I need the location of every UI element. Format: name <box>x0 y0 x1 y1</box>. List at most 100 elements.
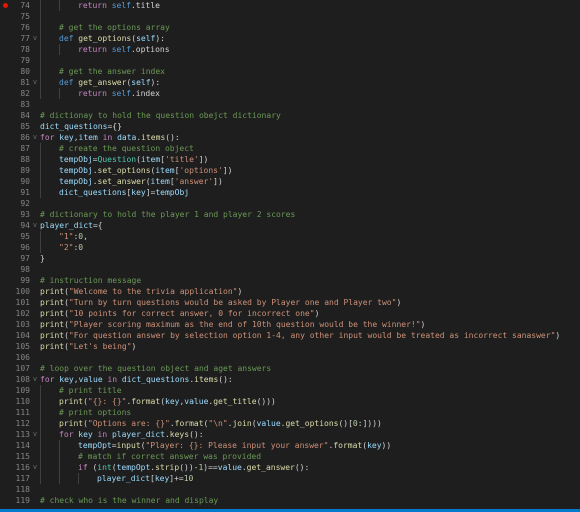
code-line[interactable]: 113 v for key in player_dict.keys(): <box>0 429 580 440</box>
code-text[interactable]: # dictionay to hold the question obejct … <box>40 110 580 121</box>
code-line[interactable]: 109 # print title <box>0 385 580 396</box>
code-text[interactable]: for key,value in dict_questions.items(): <box>40 374 580 385</box>
code-text[interactable] <box>40 198 580 209</box>
line-number[interactable]: 105 <box>0 341 30 352</box>
code-line[interactable]: 78 return self.options <box>0 44 580 55</box>
code-text[interactable]: "1":0, <box>40 231 580 242</box>
code-line[interactable]: 118 <box>0 484 580 495</box>
code-line[interactable]: 107 # loop over the question object and a… <box>0 363 580 374</box>
code-text[interactable]: tempOpt=input("Player: {}: Please input … <box>40 440 580 451</box>
code-line[interactable]: 88 tempObj=Question(item['title']) <box>0 154 580 165</box>
code-line[interactable]: 94 v player_dict={ <box>0 220 580 231</box>
code-text[interactable]: def get_options(self): <box>40 33 580 44</box>
fold-chevron-icon[interactable]: v <box>30 374 40 385</box>
code-line[interactable]: 96 "2":0 <box>0 242 580 253</box>
line-number[interactable]: 94 <box>0 220 30 231</box>
line-number[interactable]: 110 <box>0 396 30 407</box>
code-line[interactable]: 89 tempObj.set_options(item['options']) <box>0 165 580 176</box>
code-text[interactable]: } <box>40 253 580 264</box>
line-number[interactable]: 117 <box>0 473 30 484</box>
code-line[interactable]: 92 <box>0 198 580 209</box>
code-line[interactable]: 117 player_dict[key]+=10 <box>0 473 580 484</box>
code-text[interactable]: print("For question answer by selection … <box>40 330 580 341</box>
code-line[interactable]: 97} <box>0 253 580 264</box>
code-text[interactable]: tempObj.set_answer(item['answer']) <box>40 176 580 187</box>
code-text[interactable]: print("Let's being") <box>40 341 580 352</box>
code-text[interactable]: # match if correct answer was provided <box>40 451 580 462</box>
code-editor[interactable]: 74 return self.title 75 76 # get the options… <box>0 0 580 512</box>
line-number[interactable]: 95 <box>0 231 30 242</box>
line-number[interactable]: 98 <box>0 264 30 275</box>
code-text[interactable]: # get the answer index <box>40 66 580 77</box>
code-line[interactable]: 87 # create the question object <box>0 143 580 154</box>
code-text[interactable]: # instruction message <box>40 275 580 286</box>
code-text[interactable]: # check who is the winner and display <box>40 495 580 506</box>
line-number[interactable]: 99 <box>0 275 30 286</box>
line-number[interactable]: 89 <box>0 165 30 176</box>
code-text[interactable]: # loop over the question object and aget… <box>40 363 580 374</box>
code-line[interactable]: 93 # dictionary to hold the player 1 and … <box>0 209 580 220</box>
breakpoint-icon[interactable] <box>3 3 8 8</box>
code-text[interactable]: print("Options are: {}".format("\n".join… <box>40 418 580 429</box>
code-line[interactable]: 90 tempObj.set_answer(item['answer']) <box>0 176 580 187</box>
code-text[interactable] <box>40 264 580 275</box>
fold-chevron-icon[interactable]: v <box>30 33 40 44</box>
code-text[interactable] <box>40 55 580 66</box>
code-text[interactable]: return self.title <box>40 0 580 11</box>
line-number[interactable]: 119 <box>0 495 30 506</box>
code-text[interactable]: dict_questions={} <box>40 121 580 132</box>
code-text[interactable] <box>40 99 580 110</box>
line-number[interactable]: 100 <box>0 286 30 297</box>
code-text[interactable]: # print options <box>40 407 580 418</box>
code-line[interactable]: 91 dict_questions[key]=tempObj <box>0 187 580 198</box>
line-number[interactable]: 102 <box>0 308 30 319</box>
line-number[interactable]: 86 <box>0 132 30 143</box>
code-line[interactable]: 77 v def get_options(self): <box>0 33 580 44</box>
code-line[interactable]: 82 return self.index <box>0 88 580 99</box>
line-number[interactable]: 84 <box>0 110 30 121</box>
code-text[interactable]: # create the question object <box>40 143 580 154</box>
code-line[interactable]: 119 # check who is the winner and display <box>0 495 580 506</box>
fold-chevron-icon[interactable]: v <box>30 429 40 440</box>
line-number[interactable]: 92 <box>0 198 30 209</box>
code-line[interactable]: 116 v if (int(tempOpt.strip())-1)==value.g… <box>0 462 580 473</box>
code-line[interactable]: 105 print("Let's being") <box>0 341 580 352</box>
line-number[interactable]: 101 <box>0 297 30 308</box>
line-number[interactable]: 88 <box>0 154 30 165</box>
code-text[interactable] <box>40 352 580 363</box>
line-number[interactable]: 114 <box>0 440 30 451</box>
line-number[interactable]: 83 <box>0 99 30 110</box>
line-number[interactable]: 77 <box>0 33 30 44</box>
code-text[interactable]: # print title <box>40 385 580 396</box>
fold-chevron-icon[interactable]: v <box>30 220 40 231</box>
line-number[interactable]: 109 <box>0 385 30 396</box>
code-line[interactable]: 79 <box>0 55 580 66</box>
code-text[interactable]: print("{}: {}".format(key,value.get_titl… <box>40 396 580 407</box>
code-line[interactable]: 84 # dictionay to hold the question obejc… <box>0 110 580 121</box>
line-number[interactable]: 79 <box>0 55 30 66</box>
code-line[interactable]: 108 v for key,value in dict_questions.item… <box>0 374 580 385</box>
line-number[interactable]: 115 <box>0 451 30 462</box>
line-number[interactable]: 75 <box>0 11 30 22</box>
code-text[interactable]: return self.index <box>40 88 580 99</box>
code-text[interactable]: tempObj=Question(item['title']) <box>40 154 580 165</box>
line-number[interactable]: 90 <box>0 176 30 187</box>
code-line[interactable]: 103 print("Player scoring maximum as the … <box>0 319 580 330</box>
line-number[interactable]: 108 <box>0 374 30 385</box>
line-number[interactable]: 78 <box>0 44 30 55</box>
line-number[interactable]: 96 <box>0 242 30 253</box>
code-line[interactable]: 83 <box>0 99 580 110</box>
code-text[interactable]: print("Turn by turn questions would be a… <box>40 297 580 308</box>
fold-chevron-icon[interactable]: v <box>30 462 40 473</box>
code-line[interactable]: 106 <box>0 352 580 363</box>
code-text[interactable]: print("10 points for correct answer, 0 f… <box>40 308 580 319</box>
code-text[interactable]: return self.options <box>40 44 580 55</box>
line-number[interactable]: 82 <box>0 88 30 99</box>
code-text[interactable]: def get_answer(self): <box>40 77 580 88</box>
line-number[interactable]: 93 <box>0 209 30 220</box>
code-text[interactable]: dict_questions[key]=tempObj <box>40 187 580 198</box>
code-line[interactable]: 98 <box>0 264 580 275</box>
code-line[interactable]: 104 print("For question answer by selecti… <box>0 330 580 341</box>
line-number[interactable]: 113 <box>0 429 30 440</box>
code-text[interactable]: if (int(tempOpt.strip())-1)==value.get_a… <box>40 462 580 473</box>
